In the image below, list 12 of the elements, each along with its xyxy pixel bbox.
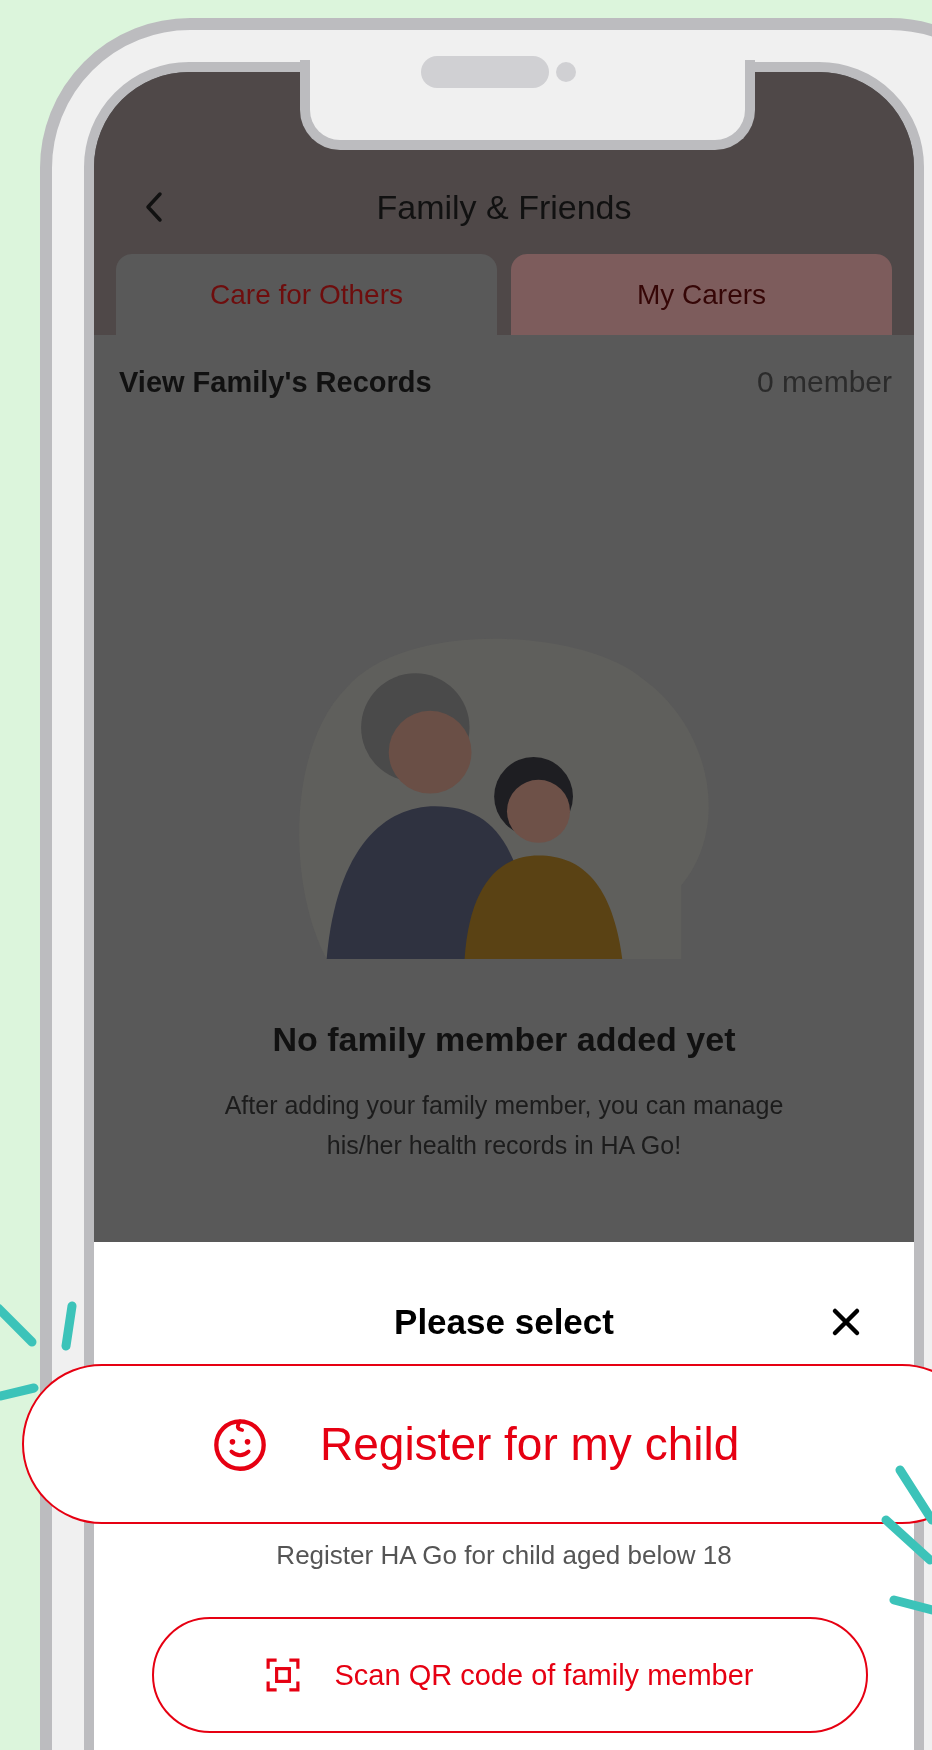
tab[interactable]: My Carers <box>511 254 892 335</box>
smiley-icon <box>212 1416 268 1472</box>
scan-qr-button[interactable]: Scan QR code of family member <box>152 1617 868 1733</box>
page-title: Family & Friends <box>376 187 632 227</box>
empty-state-title: No family member added yet <box>271 1020 737 1059</box>
register-child-button[interactable]: Register for my child <box>22 1364 932 1524</box>
section-title: View Family's Records <box>119 365 432 399</box>
close-icon[interactable] <box>831 1307 861 1337</box>
empty-state-message: After adding your family member, you can manage his/her health records in HA Go! <box>224 1090 784 1161</box>
scan-frame-icon <box>266 1658 301 1692</box>
register-note: Register HA Go for child aged below 18 <box>275 1540 733 1571</box>
sheet-title: Please select <box>394 1302 614 1342</box>
